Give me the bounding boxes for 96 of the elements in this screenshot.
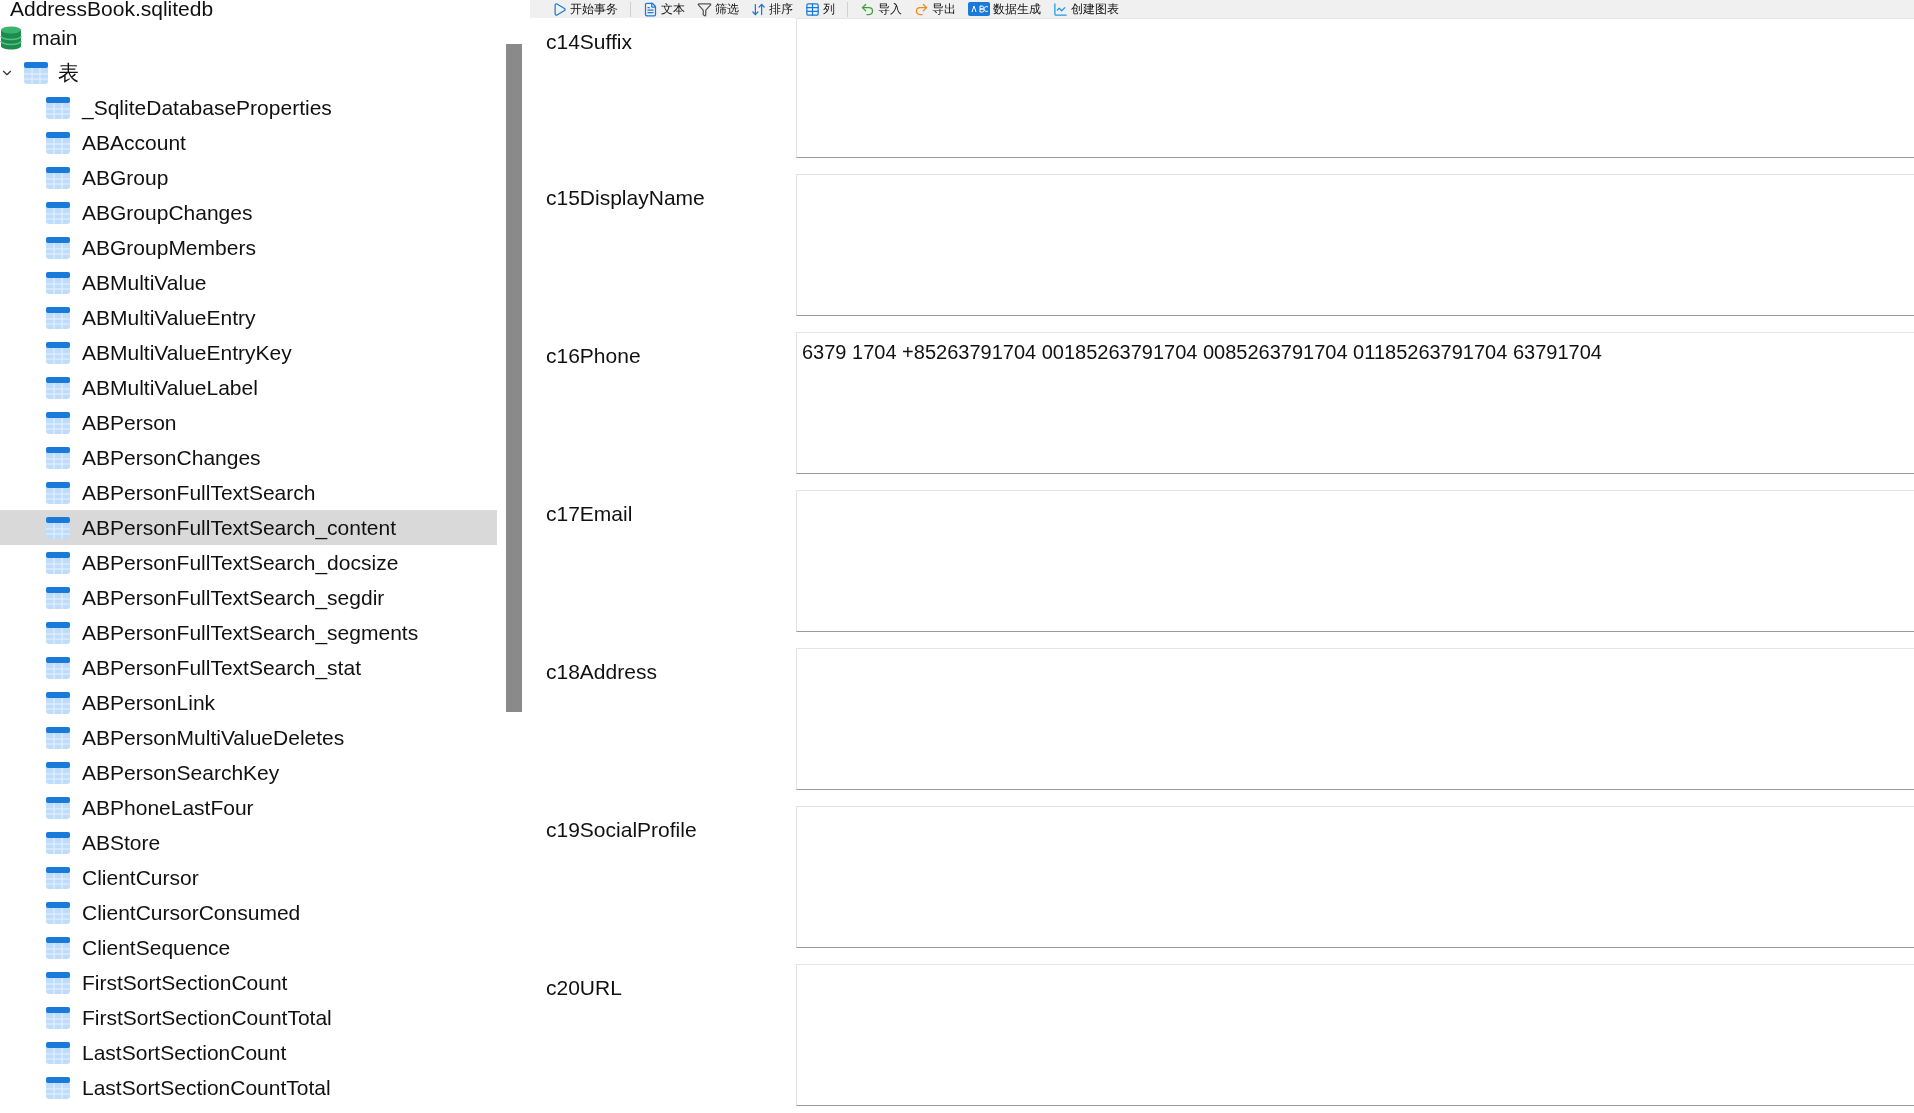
table-icon [46, 131, 70, 154]
table-item[interactable]: ABAccount [0, 125, 497, 160]
field-label: c18Address [546, 660, 657, 683]
field-label: c19SocialProfile [546, 818, 697, 841]
table-icon [46, 376, 70, 399]
table-icon [46, 971, 70, 994]
columns-icon [805, 1, 820, 17]
table-icon [46, 586, 70, 609]
value-field[interactable] [796, 806, 1914, 948]
table-item[interactable]: FirstSortSectionCountTotal [0, 1000, 497, 1035]
table-icon [46, 271, 70, 294]
table-icon [46, 1041, 70, 1064]
table-item[interactable]: ABPersonFullTextSearch_segdir [0, 580, 497, 615]
field-label: c20URL [546, 976, 622, 999]
table-icon [46, 96, 70, 119]
table-item[interactable]: ABPersonMultiValueDeletes [0, 720, 497, 755]
table-item[interactable]: ClientCursor [0, 860, 497, 895]
scrollbar-thumb[interactable] [505, 44, 522, 712]
table-item[interactable]: ABPersonSearchKey [0, 755, 497, 790]
import-icon [860, 1, 875, 17]
table-icon [46, 481, 70, 504]
value-field[interactable] [796, 18, 1914, 158]
field-label: c15DisplayName [546, 186, 705, 209]
table-icon [46, 831, 70, 854]
play-icon [552, 1, 567, 17]
table-item[interactable]: ABPersonFullTextSearch_content [0, 510, 497, 545]
toolbar-button[interactable]: 数据生成 [968, 2, 1041, 16]
table-item[interactable]: ABMultiValueEntryKey [0, 335, 497, 370]
table-item[interactable]: ClientCursorConsumed [0, 895, 497, 930]
value-field[interactable] [796, 964, 1914, 1106]
toolbar-button[interactable]: 筛选 [697, 1, 739, 17]
table-item[interactable]: ABPersonFullTextSearch_segments [0, 615, 497, 650]
toolbar-button[interactable]: 列 [805, 1, 835, 17]
table-icon [46, 866, 70, 889]
field-label: c16Phone [546, 344, 641, 367]
table-icon [46, 691, 70, 714]
table-icon [46, 936, 70, 959]
folder-node[interactable]: 表 [14, 55, 79, 90]
sort-icon [751, 1, 766, 17]
table-icon [46, 341, 70, 364]
table-icon [46, 516, 70, 539]
table-item[interactable]: LastSortSectionCount [0, 1035, 497, 1070]
table-icon [46, 726, 70, 749]
table-icon [46, 656, 70, 679]
value-field[interactable] [796, 648, 1914, 790]
table-item[interactable]: ABGroupChanges [0, 195, 497, 230]
table-item[interactable]: ABPersonFullTextSearch_docsize [0, 545, 497, 580]
table-icon [46, 796, 70, 819]
document-icon [643, 1, 658, 17]
field-label: c17Email [546, 502, 633, 525]
table-item[interactable]: ABGroupMembers [0, 230, 497, 265]
value-field[interactable]: 6379 1704 +85263791704 00185263791704 0085263791704 01185263791704 63791704 [796, 332, 1914, 474]
table-item[interactable]: LastSortSectionCountTotal [0, 1070, 497, 1105]
database-file-name: AddressBook.sqlitedb [10, 0, 214, 20]
table-item[interactable]: ABPersonFullTextSearch_stat [0, 650, 497, 685]
schema-node[interactable]: main [0, 20, 497, 55]
table-item[interactable]: FirstSortSectionCount [0, 965, 497, 1000]
value-field[interactable] [796, 174, 1914, 316]
table-icon [46, 411, 70, 434]
table-icon [46, 1076, 70, 1099]
table-item[interactable]: ABPersonFullTextSearch [0, 475, 497, 510]
table-item[interactable]: _SqliteDatabaseProperties [0, 90, 497, 125]
field-label: c14Suffix [546, 30, 632, 53]
table-item[interactable]: ABGroup [0, 160, 497, 195]
value-field[interactable] [796, 490, 1914, 632]
table-icon [46, 166, 70, 189]
table-icon [46, 551, 70, 574]
export-icon [914, 1, 929, 17]
database-icon [0, 25, 22, 50]
table-icon [46, 446, 70, 469]
table-icon [24, 61, 48, 84]
table-icon [46, 201, 70, 224]
table-icon [46, 1006, 70, 1029]
table-item[interactable]: ABPerson [0, 405, 497, 440]
table-item[interactable]: ClientSequence [0, 930, 497, 965]
toolbar-button[interactable]: 导入 [860, 1, 902, 17]
table-icon [46, 901, 70, 924]
table-icon [46, 236, 70, 259]
toolbar-button[interactable]: 文本 [643, 1, 685, 17]
table-item[interactable]: ABPersonChanges [0, 440, 497, 475]
chart-icon [1053, 1, 1068, 17]
toolbar-button[interactable]: 开始事务 [552, 1, 618, 17]
toolbar-button[interactable]: 创建图表 [1053, 1, 1119, 17]
toolbar-button[interactable]: 导出 [914, 1, 956, 17]
table-item[interactable]: ABMultiValue [0, 265, 497, 300]
table-icon [46, 306, 70, 329]
table-item[interactable]: ABMultiValueEntry [0, 300, 497, 335]
toolbar-button[interactable]: 排序 [751, 1, 793, 17]
table-icon [46, 761, 70, 784]
table-item[interactable]: ABPhoneLastFour [0, 790, 497, 825]
table-item[interactable]: ABPersonLink [0, 685, 497, 720]
table-item[interactable]: ABStore [0, 825, 497, 860]
table-icon [46, 621, 70, 644]
abc-icon [968, 2, 990, 16]
filter-icon [697, 1, 712, 17]
table-item[interactable]: ABMultiValueLabel [0, 370, 497, 405]
